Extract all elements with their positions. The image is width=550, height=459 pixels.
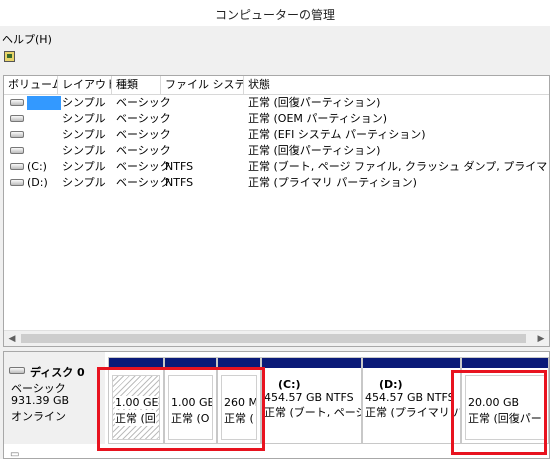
volume-status: 正常 (EFI システム パーティション) (248, 128, 426, 141)
partition-size: 454.57 GB NTFS (365, 391, 455, 404)
volume-list: ボリューム レイアウト 種類 ファイル システム 状態 シンプル ベーシック 正… (3, 75, 550, 347)
highlight-box-right (451, 370, 547, 455)
partition-c[interactable]: (C:) 454.57 GB NTFS 正常 (ブート, ページ (261, 357, 362, 444)
scroll-left-icon[interactable]: ◀ (4, 331, 20, 346)
volume-type: ベーシック (116, 128, 171, 141)
volume-layout: シンプル (62, 160, 106, 173)
volume-status: 正常 (回復パーティション) (248, 96, 381, 109)
volume-layout: シンプル (62, 144, 106, 157)
disk-state: オンライン (11, 410, 66, 423)
drive-icon (10, 179, 24, 186)
toolbar (0, 48, 550, 70)
partition-d[interactable]: (D:) 454.57 GB NTFS 正常 (プライマリ パ (362, 357, 461, 444)
volume-layout: シンプル (62, 128, 106, 141)
volume-row[interactable]: (D:) シンプル ベーシック NTFS 正常 (プライマリ パーティション) (4, 175, 549, 191)
disk-name: ディスク 0 (30, 366, 85, 379)
volume-type: ベーシック (116, 160, 171, 173)
title-bar: コンピューターの管理 (0, 0, 550, 26)
partition-status: 正常 (ブート, ページ (264, 406, 362, 419)
disk-properties-icon[interactable] (4, 51, 15, 62)
volume-row[interactable]: シンプル ベーシック 正常 (回復パーティション) (4, 143, 549, 159)
horizontal-scrollbar[interactable]: ◀ ▶ (4, 330, 549, 346)
column-header-status[interactable]: 状態 (244, 76, 549, 94)
volume-type: ベーシック (116, 144, 171, 157)
partition-bar (262, 358, 361, 368)
volume-row[interactable]: シンプル ベーシック 正常 (OEM パーティション) (4, 111, 549, 127)
volume-layout: シンプル (62, 176, 106, 189)
volume-status: 正常 (プライマリ パーティション) (248, 176, 417, 189)
volume-row[interactable]: シンプル ベーシック 正常 (回復パーティション) (4, 95, 549, 111)
scroll-right-icon[interactable]: ▶ (533, 331, 549, 346)
column-header-type[interactable]: 種類 (112, 76, 161, 94)
partition-size: 454.57 GB NTFS (264, 391, 354, 404)
volume-status: 正常 (ブート, ページ ファイル, クラッシュ ダンプ, プライマリ パーティ… (248, 160, 549, 173)
volume-row[interactable]: シンプル ベーシック 正常 (EFI システム パーティション) (4, 127, 549, 143)
drive-icon (10, 131, 24, 138)
volume-list-header: ボリューム レイアウト 種類 ファイル システム 状態 (4, 76, 549, 95)
column-header-layout[interactable]: レイアウト (58, 76, 112, 94)
volume-filesystem: NTFS (165, 160, 194, 173)
volume-status: 正常 (回復パーティション) (248, 144, 381, 157)
volume-name: (D:) (27, 176, 48, 189)
volume-status: 正常 (OEM パーティション) (248, 112, 388, 125)
drive-icon (10, 115, 24, 122)
volume-type: ベーシック (116, 176, 171, 189)
volume-name: (C:) (27, 160, 47, 173)
volume-layout: シンプル (62, 96, 106, 109)
disk-size: 931.39 GB (11, 394, 70, 407)
partition-bar (462, 358, 548, 368)
drive-icon (10, 147, 24, 154)
disk-icon (9, 367, 25, 374)
volume-layout: シンプル (62, 112, 106, 125)
menu-help[interactable]: ヘルプ(H) (2, 31, 52, 47)
drive-icon (10, 163, 24, 170)
column-header-volume[interactable]: ボリューム (4, 76, 58, 94)
next-disk-label: ▭ (10, 449, 20, 459)
volume-type: ベーシック (116, 112, 171, 125)
highlight-box-left (97, 367, 265, 451)
window-title: コンピューターの管理 (214, 8, 335, 22)
menu-bar: ヘルプ(H) (0, 28, 550, 48)
partition-status: 正常 (プライマリ パ (365, 406, 461, 419)
drive-icon (10, 99, 24, 106)
volume-type: ベーシック (116, 96, 171, 109)
selection-highlight (27, 96, 61, 110)
partition-bar (363, 358, 460, 368)
disk-0-info[interactable]: ディスク 0 ベーシック 931.39 GB オンライン (4, 352, 105, 444)
scrollbar-thumb[interactable] (21, 334, 526, 343)
partition-label: (C:) (278, 378, 301, 391)
volume-row[interactable]: (C:) シンプル ベーシック NTFS 正常 (ブート, ページ ファイル, … (4, 159, 549, 175)
partition-label: (D:) (379, 378, 403, 391)
column-header-filesystem[interactable]: ファイル システム (161, 76, 244, 94)
volume-filesystem: NTFS (165, 176, 194, 189)
